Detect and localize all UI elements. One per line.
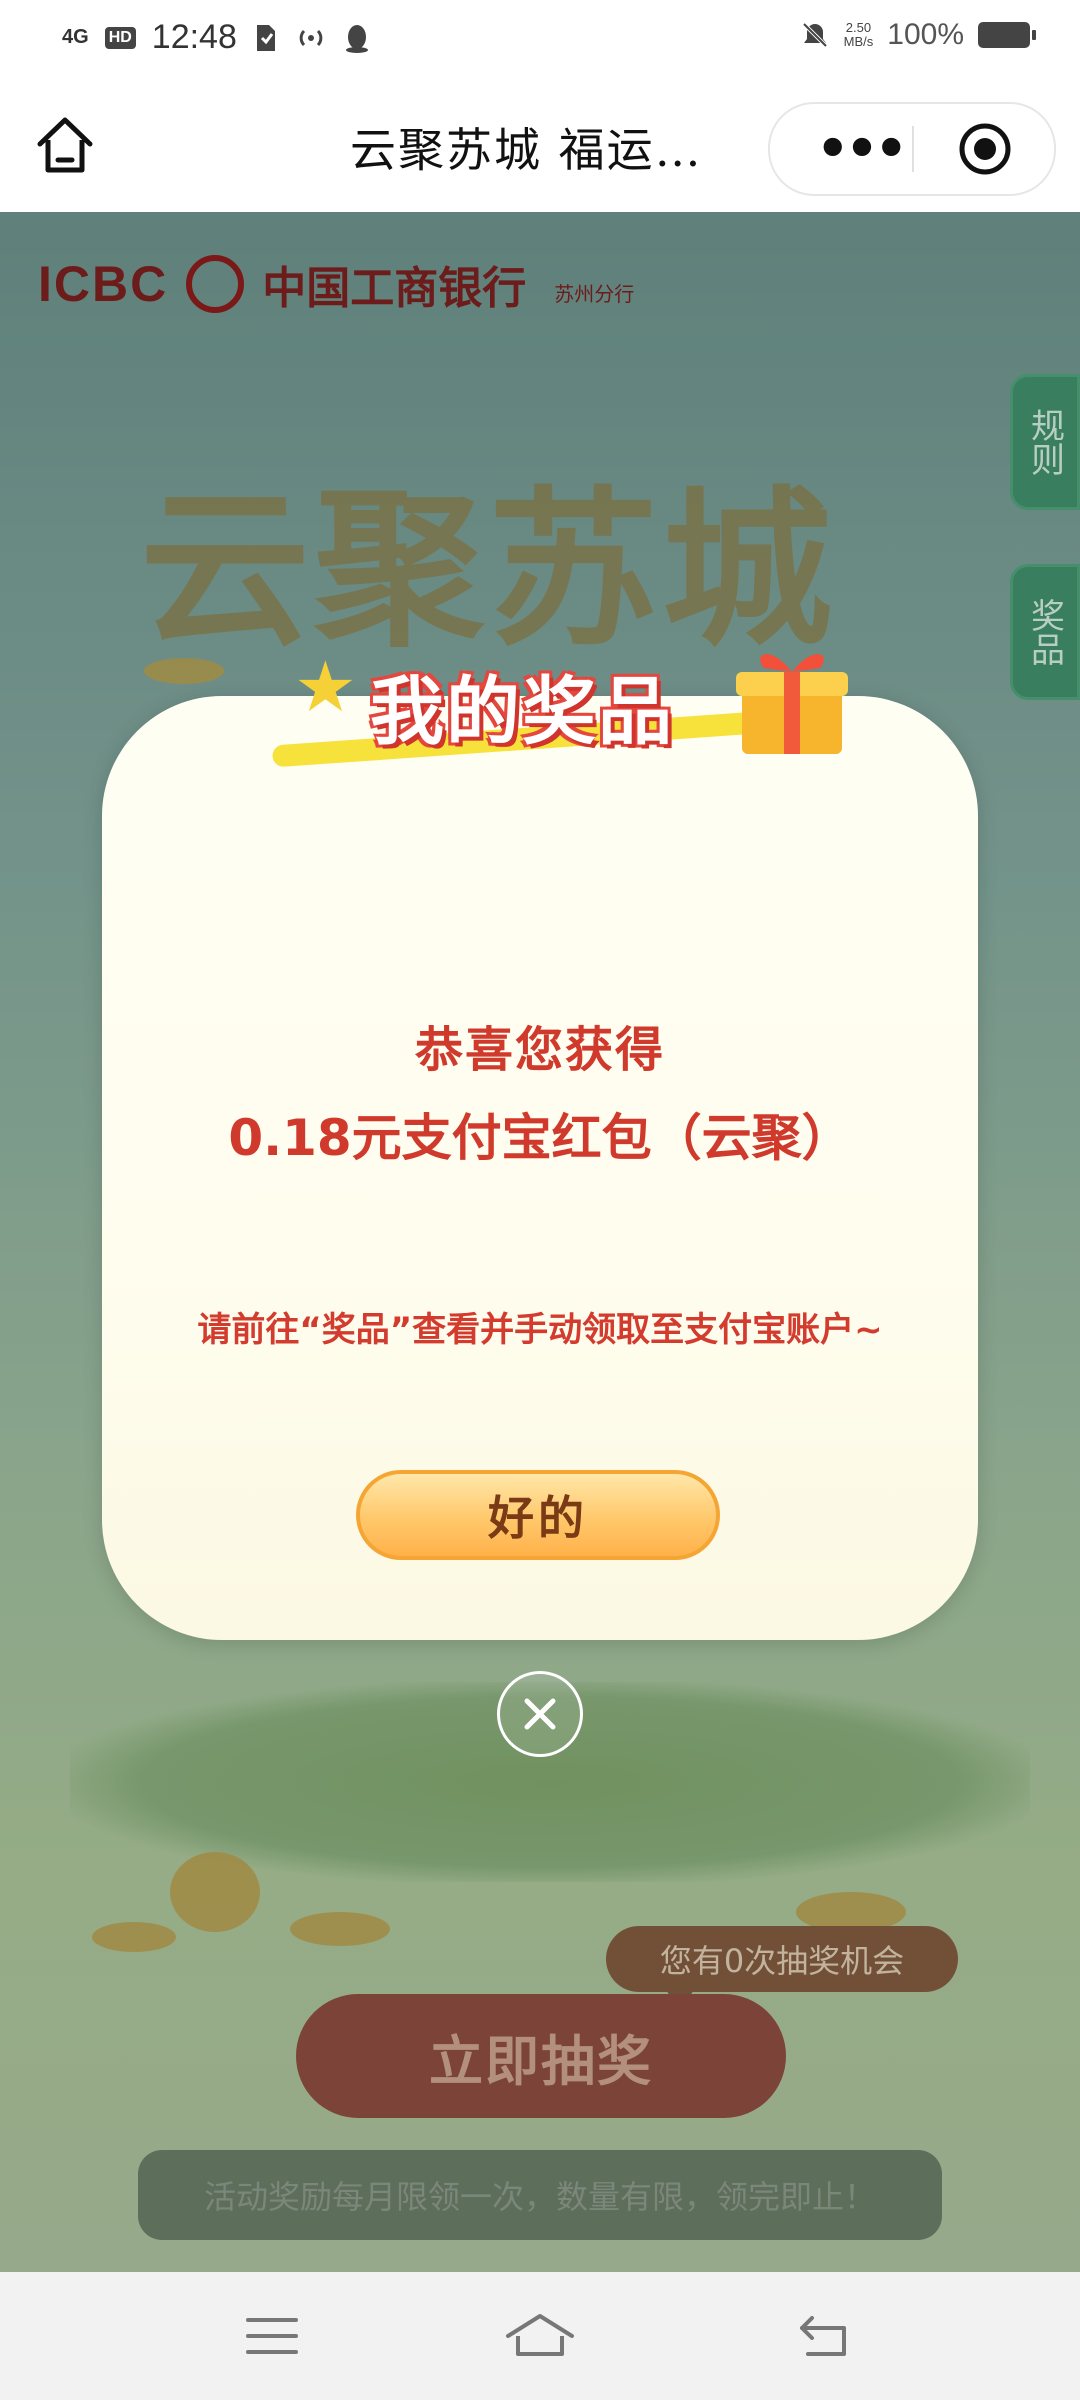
menu-icon[interactable]	[242, 2310, 302, 2362]
hd-badge: HD	[104, 26, 136, 49]
speed-unit: MB/s	[843, 34, 874, 49]
page-title: 云聚苏城 福运…	[350, 123, 703, 177]
home-nav-icon[interactable]	[502, 2310, 578, 2362]
network-speed: 2.50 MB/s	[844, 21, 874, 49]
mini-program-nav-bar: 云聚苏城 福运… •••	[0, 80, 1080, 212]
qq-icon	[345, 24, 368, 53]
hotspot-icon	[299, 29, 323, 46]
gift-box-icon	[736, 654, 848, 754]
back-icon[interactable]	[794, 2310, 854, 2362]
capsule-menu: •••	[768, 102, 1056, 196]
more-icon[interactable]: •••	[810, 104, 910, 194]
claim-hint: 请前往“奖品”查看并手动领取至支付宝账户~	[197, 1310, 883, 1350]
status-bar: 4G HD 12:48 2.50 MB/s 100%	[0, 0, 1080, 80]
mute-icon	[802, 22, 828, 48]
status-left: 4G HD 12:48	[62, 18, 371, 57]
battery-percent: 100%	[887, 18, 964, 51]
capsule-divider	[912, 126, 914, 172]
clock: 12:48	[151, 18, 237, 56]
congrats-text: 恭喜您获得	[414, 1022, 665, 1078]
modal-title: 我的奖品	[370, 669, 674, 755]
target-icon[interactable]	[958, 122, 1012, 176]
ok-button[interactable]: 好的	[356, 1470, 720, 1560]
network-indicator: 4G	[62, 26, 89, 48]
sim-card-icon	[256, 24, 275, 51]
home-icon[interactable]	[30, 110, 100, 180]
prize-name: 0.18元支付宝红包（云聚）	[228, 1109, 852, 1167]
star-icon: ★	[294, 646, 357, 728]
battery-icon	[978, 22, 1036, 48]
modal-banner: ★ 我的奖品	[271, 624, 872, 794]
status-right: 2.50 MB/s 100%	[800, 18, 1036, 52]
close-icon[interactable]	[497, 1671, 583, 1757]
speed-value: 2.50	[845, 20, 872, 35]
system-nav-bar	[0, 2272, 1080, 2400]
